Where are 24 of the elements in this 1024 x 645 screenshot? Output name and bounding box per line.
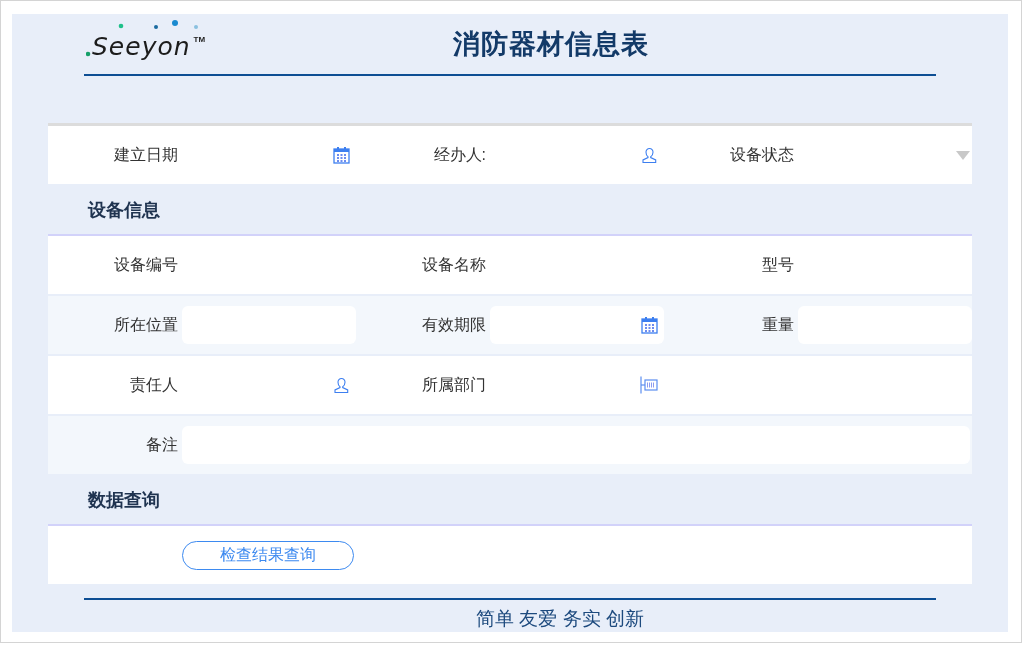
department-icon[interactable] — [640, 376, 658, 394]
field-label: 备注 — [145, 434, 179, 455]
field-label: 建立日期 — [113, 144, 179, 165]
field-label: 经办人: — [432, 144, 487, 165]
slogan: 简单 友爱 务实 创新 — [476, 607, 644, 631]
user-icon[interactable] — [641, 146, 658, 164]
field-label: 所属部门 — [421, 374, 487, 395]
field-label: 责任人 — [129, 374, 179, 395]
field-label: 重量 — [761, 314, 795, 335]
field-label: 有效期限 — [421, 314, 487, 335]
query-button[interactable]: 检查结果查询 — [182, 540, 354, 570]
field-label: 型号 — [761, 254, 795, 275]
calendar-icon[interactable] — [333, 146, 350, 164]
field-label: 设备编号 — [113, 254, 179, 275]
field-label: 设备状态 — [729, 144, 795, 165]
field-label: 设备名称 — [421, 254, 487, 275]
input-field[interactable] — [490, 306, 664, 344]
section-title: 设备信息 — [86, 199, 160, 222]
form-title: 消防器材信息表 — [453, 28, 650, 61]
section-title: 数据查询 — [87, 489, 160, 512]
calendar-icon[interactable] — [641, 316, 658, 334]
user-icon[interactable] — [333, 376, 350, 394]
field-label: 所在位置 — [113, 314, 179, 335]
caret-icon[interactable] — [956, 150, 970, 160]
